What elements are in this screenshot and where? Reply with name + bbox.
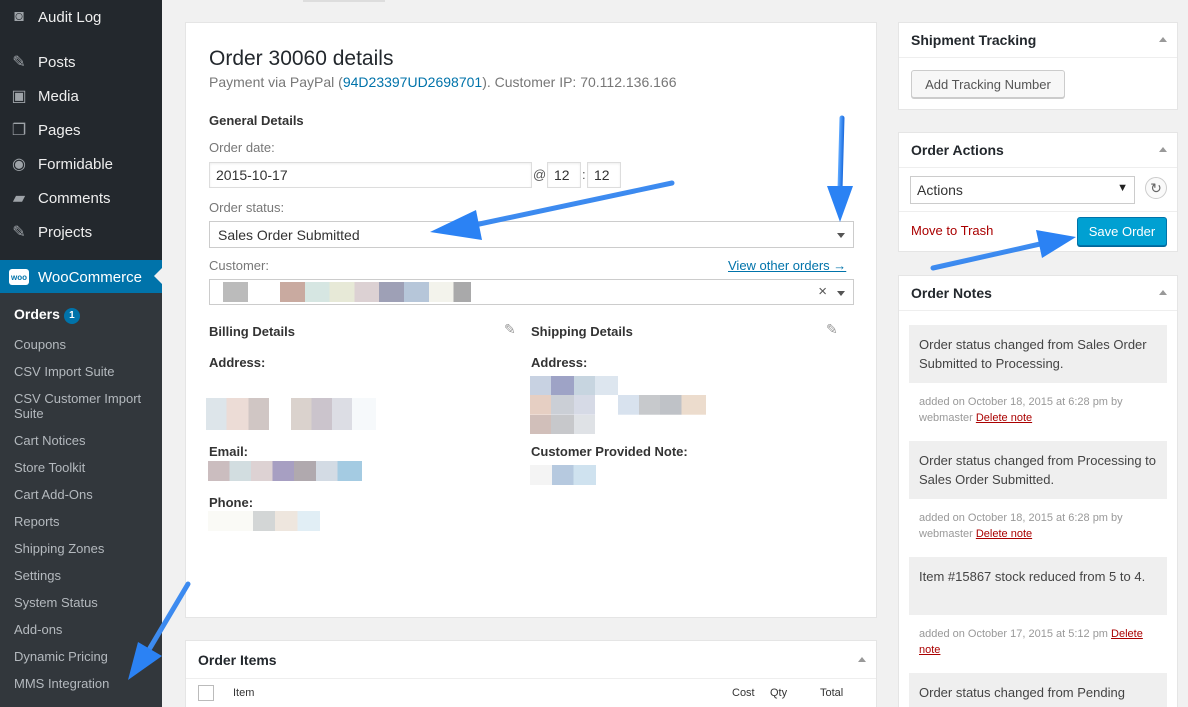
annotation-arrows [128,115,1076,680]
arrow-to-status-dropdown [827,115,853,222]
arrow-to-status-select [430,180,675,240]
arrow-to-mms-integration [128,581,191,680]
arrow-to-save-order [930,230,1076,271]
